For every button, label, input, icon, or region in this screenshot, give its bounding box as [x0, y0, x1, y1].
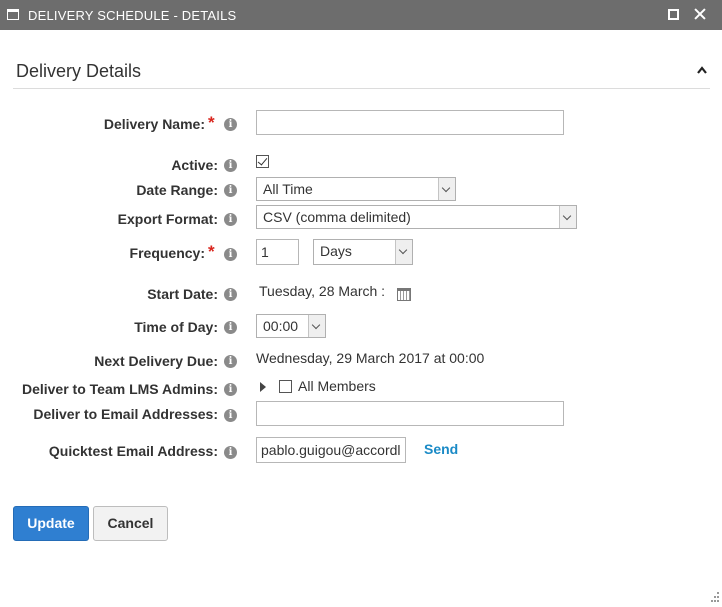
- update-button[interactable]: Update: [13, 506, 89, 541]
- chevron-down-icon: [438, 178, 455, 200]
- title-bar: DELIVERY SCHEDULE - DETAILS: [0, 0, 722, 30]
- chevron-down-icon: [559, 206, 576, 228]
- export-format-label: Export Format:: [117, 211, 218, 227]
- all-members-checkbox[interactable]: [279, 380, 292, 393]
- frequency-count-input[interactable]: [256, 239, 299, 265]
- info-icon[interactable]: i: [224, 409, 237, 422]
- required-marker: *: [208, 242, 215, 261]
- chevron-down-icon: [395, 240, 412, 264]
- info-icon[interactable]: i: [224, 118, 237, 131]
- window-title: DELIVERY SCHEDULE - DETAILS: [28, 8, 237, 23]
- delivery-name-label: Delivery Name:: [103, 116, 205, 132]
- calendar-icon[interactable]: [397, 288, 411, 301]
- email-addresses-input[interactable]: [256, 401, 564, 426]
- resize-grip-icon[interactable]: [710, 592, 720, 602]
- info-icon[interactable]: i: [224, 184, 237, 197]
- info-icon[interactable]: i: [224, 321, 237, 334]
- collapse-chevron-icon[interactable]: [697, 66, 707, 74]
- cancel-button[interactable]: Cancel: [93, 506, 168, 541]
- maximize-icon[interactable]: [668, 9, 679, 20]
- next-delivery-label: Next Delivery Due:: [94, 353, 218, 369]
- time-of-day-label: Time of Day:: [134, 319, 218, 335]
- active-checkbox[interactable]: [256, 155, 269, 168]
- frequency-unit-select[interactable]: Days: [313, 239, 413, 265]
- date-range-label: Date Range:: [136, 182, 218, 198]
- next-delivery-value: Wednesday, 29 March 2017 at 00:00: [256, 350, 485, 366]
- required-marker: *: [208, 113, 215, 132]
- window-icon: [7, 9, 19, 20]
- info-icon[interactable]: i: [224, 159, 237, 172]
- all-members-label[interactable]: All Members: [298, 378, 376, 394]
- info-icon[interactable]: i: [224, 288, 237, 301]
- chevron-down-icon: [308, 315, 325, 337]
- export-format-value: CSV (comma delimited): [263, 209, 411, 225]
- export-format-select[interactable]: CSV (comma delimited): [256, 205, 577, 229]
- team-admins-label: Deliver to Team LMS Admins:: [21, 381, 218, 397]
- expand-arrow-icon[interactable]: [260, 382, 266, 392]
- frequency-unit-value: Days: [320, 243, 352, 259]
- time-of-day-value: 00:00: [263, 318, 299, 334]
- date-range-select[interactable]: All Time: [256, 177, 456, 201]
- section-divider: [13, 88, 710, 89]
- start-date-value[interactable]: Tuesday, 28 March :: [259, 283, 385, 299]
- send-link[interactable]: Send: [424, 441, 458, 457]
- date-range-value: All Time: [263, 181, 313, 197]
- info-icon[interactable]: i: [224, 446, 237, 459]
- active-label: Active:: [171, 157, 218, 173]
- delivery-name-input[interactable]: [256, 110, 564, 135]
- info-icon[interactable]: i: [224, 383, 237, 396]
- info-icon[interactable]: i: [224, 213, 237, 226]
- frequency-label: Frequency:: [129, 245, 205, 261]
- quicktest-email-input[interactable]: [256, 437, 406, 463]
- section-title: Delivery Details: [16, 61, 142, 81]
- quicktest-label: Quicktest Email Address:: [48, 443, 218, 459]
- email-addresses-label: Deliver to Email Addresses:: [33, 406, 218, 422]
- info-icon[interactable]: i: [224, 355, 237, 368]
- start-date-label: Start Date:: [147, 286, 218, 302]
- time-of-day-select[interactable]: 00:00: [256, 314, 326, 338]
- close-icon[interactable]: [692, 6, 708, 22]
- info-icon[interactable]: i: [224, 248, 237, 261]
